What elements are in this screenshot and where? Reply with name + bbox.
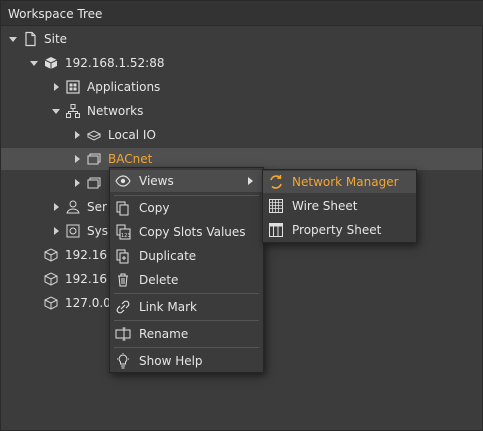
menu-item-label: Copy [139, 201, 170, 215]
duplicate-icon [115, 248, 131, 264]
context-menu: Views Copy 123 Copy Slots Values Duplica… [109, 167, 264, 373]
tree-item-station-2[interactable]: 192.16 [40, 244, 107, 266]
menu-item-delete[interactable]: Delete [110, 269, 263, 291]
expand-arrow-icon[interactable] [50, 201, 62, 213]
network-icon [65, 103, 81, 119]
tree-item-label: Ser [87, 200, 107, 214]
tree-item-label: 192.16 [65, 248, 107, 262]
tree-item-services[interactable]: Ser [50, 196, 107, 218]
station-outline-icon [43, 271, 59, 287]
menu-separator [114, 320, 259, 321]
views-submenu: Network Manager Wire Sheet Property Shee… [262, 169, 417, 243]
tree-item-site[interactable]: Site [7, 28, 67, 50]
copy-icon [115, 200, 131, 216]
panel-header: Workspace Tree [1, 1, 483, 26]
tree-item-system[interactable]: Sys [50, 220, 108, 242]
tree-item-applications[interactable]: Applications [50, 76, 160, 98]
menu-separator [114, 347, 259, 348]
applications-icon [65, 79, 81, 95]
tree-item-label: 127.0.0 [65, 296, 111, 310]
menu-item-link-mark[interactable]: Link Mark [110, 296, 263, 318]
tree-item-label: Networks [87, 104, 144, 118]
svg-text:123: 123 [121, 233, 131, 239]
menu-item-copy[interactable]: Copy [110, 197, 263, 219]
system-gear-icon [65, 223, 81, 239]
expand-arrow-icon[interactable] [28, 57, 40, 69]
network-device-icon [86, 175, 102, 191]
expand-arrow-icon[interactable] [7, 33, 19, 45]
tree-item-label: Applications [87, 80, 161, 94]
expand-arrow-icon[interactable] [71, 177, 83, 189]
menu-separator [114, 195, 259, 196]
rename-icon [115, 326, 131, 342]
tree-item-station[interactable]: 192.168.1.52:88 [28, 52, 164, 74]
panel-title: Workspace Tree [8, 7, 103, 21]
station-outline-icon [43, 295, 59, 311]
menu-item-copy-slots-values[interactable]: 123 Copy Slots Values [110, 221, 263, 243]
menu-item-wire-sheet[interactable]: Wire Sheet [263, 195, 416, 217]
tree-item-label: 192.16 [65, 272, 107, 286]
menu-item-label: Views [139, 174, 174, 188]
menu-item-label: Rename [139, 327, 189, 341]
expand-arrow-icon[interactable] [50, 81, 62, 93]
menu-item-show-help[interactable]: Show Help [110, 350, 263, 372]
tree-item-label: Sys [87, 224, 108, 238]
expand-arrow-icon[interactable] [71, 129, 83, 141]
link-icon [115, 299, 131, 315]
menu-item-views[interactable]: Views [110, 170, 263, 192]
menu-separator [114, 293, 259, 294]
menu-item-label: Link Mark [139, 300, 197, 314]
tree-item-network-3[interactable] [71, 172, 108, 194]
io-device-icon [86, 127, 102, 143]
copy-slots-icon: 123 [115, 224, 131, 240]
lightbulb-icon [115, 353, 131, 369]
menu-item-label: Duplicate [139, 249, 197, 263]
menu-item-label: Wire Sheet [292, 199, 358, 213]
network-device-icon [86, 151, 102, 167]
tree-item-networks[interactable]: Networks [50, 100, 143, 122]
tree-item-station-4[interactable]: 127.0.0 [40, 292, 111, 314]
station-outline-icon [43, 247, 59, 263]
network-manager-icon [268, 174, 284, 190]
tree-item-label: Site [44, 32, 68, 46]
menu-item-rename[interactable]: Rename [110, 323, 263, 345]
expand-arrow-icon[interactable] [71, 153, 83, 165]
expand-arrow-icon[interactable] [50, 225, 62, 237]
submenu-arrow-icon [248, 177, 253, 185]
tree-item-label: 192.168.1.52:88 [65, 56, 165, 70]
eye-icon [115, 173, 131, 189]
tree-item-label: BACnet [108, 152, 153, 166]
menu-item-label: Delete [139, 273, 179, 287]
menu-item-duplicate[interactable]: Duplicate [110, 245, 263, 267]
services-icon [65, 199, 81, 215]
station-cube-icon [43, 55, 59, 71]
tree-item-local-io[interactable]: Local IO [71, 124, 156, 146]
tree-item-station-3[interactable]: 192.16 [40, 268, 107, 290]
expand-arrow-icon[interactable] [50, 105, 62, 117]
menu-item-property-sheet[interactable]: Property Sheet [263, 219, 416, 241]
menu-item-label: Show Help [139, 354, 203, 368]
menu-item-network-manager[interactable]: Network Manager [263, 171, 416, 193]
menu-item-label: Network Manager [292, 175, 399, 189]
trash-icon [115, 272, 131, 288]
menu-item-label: Copy Slots Values [139, 225, 246, 239]
page-icon [22, 31, 38, 47]
table-icon [268, 222, 284, 238]
tree-item-label: Local IO [108, 128, 156, 142]
menu-item-label: Property Sheet [292, 223, 382, 237]
grid-icon [268, 198, 284, 214]
